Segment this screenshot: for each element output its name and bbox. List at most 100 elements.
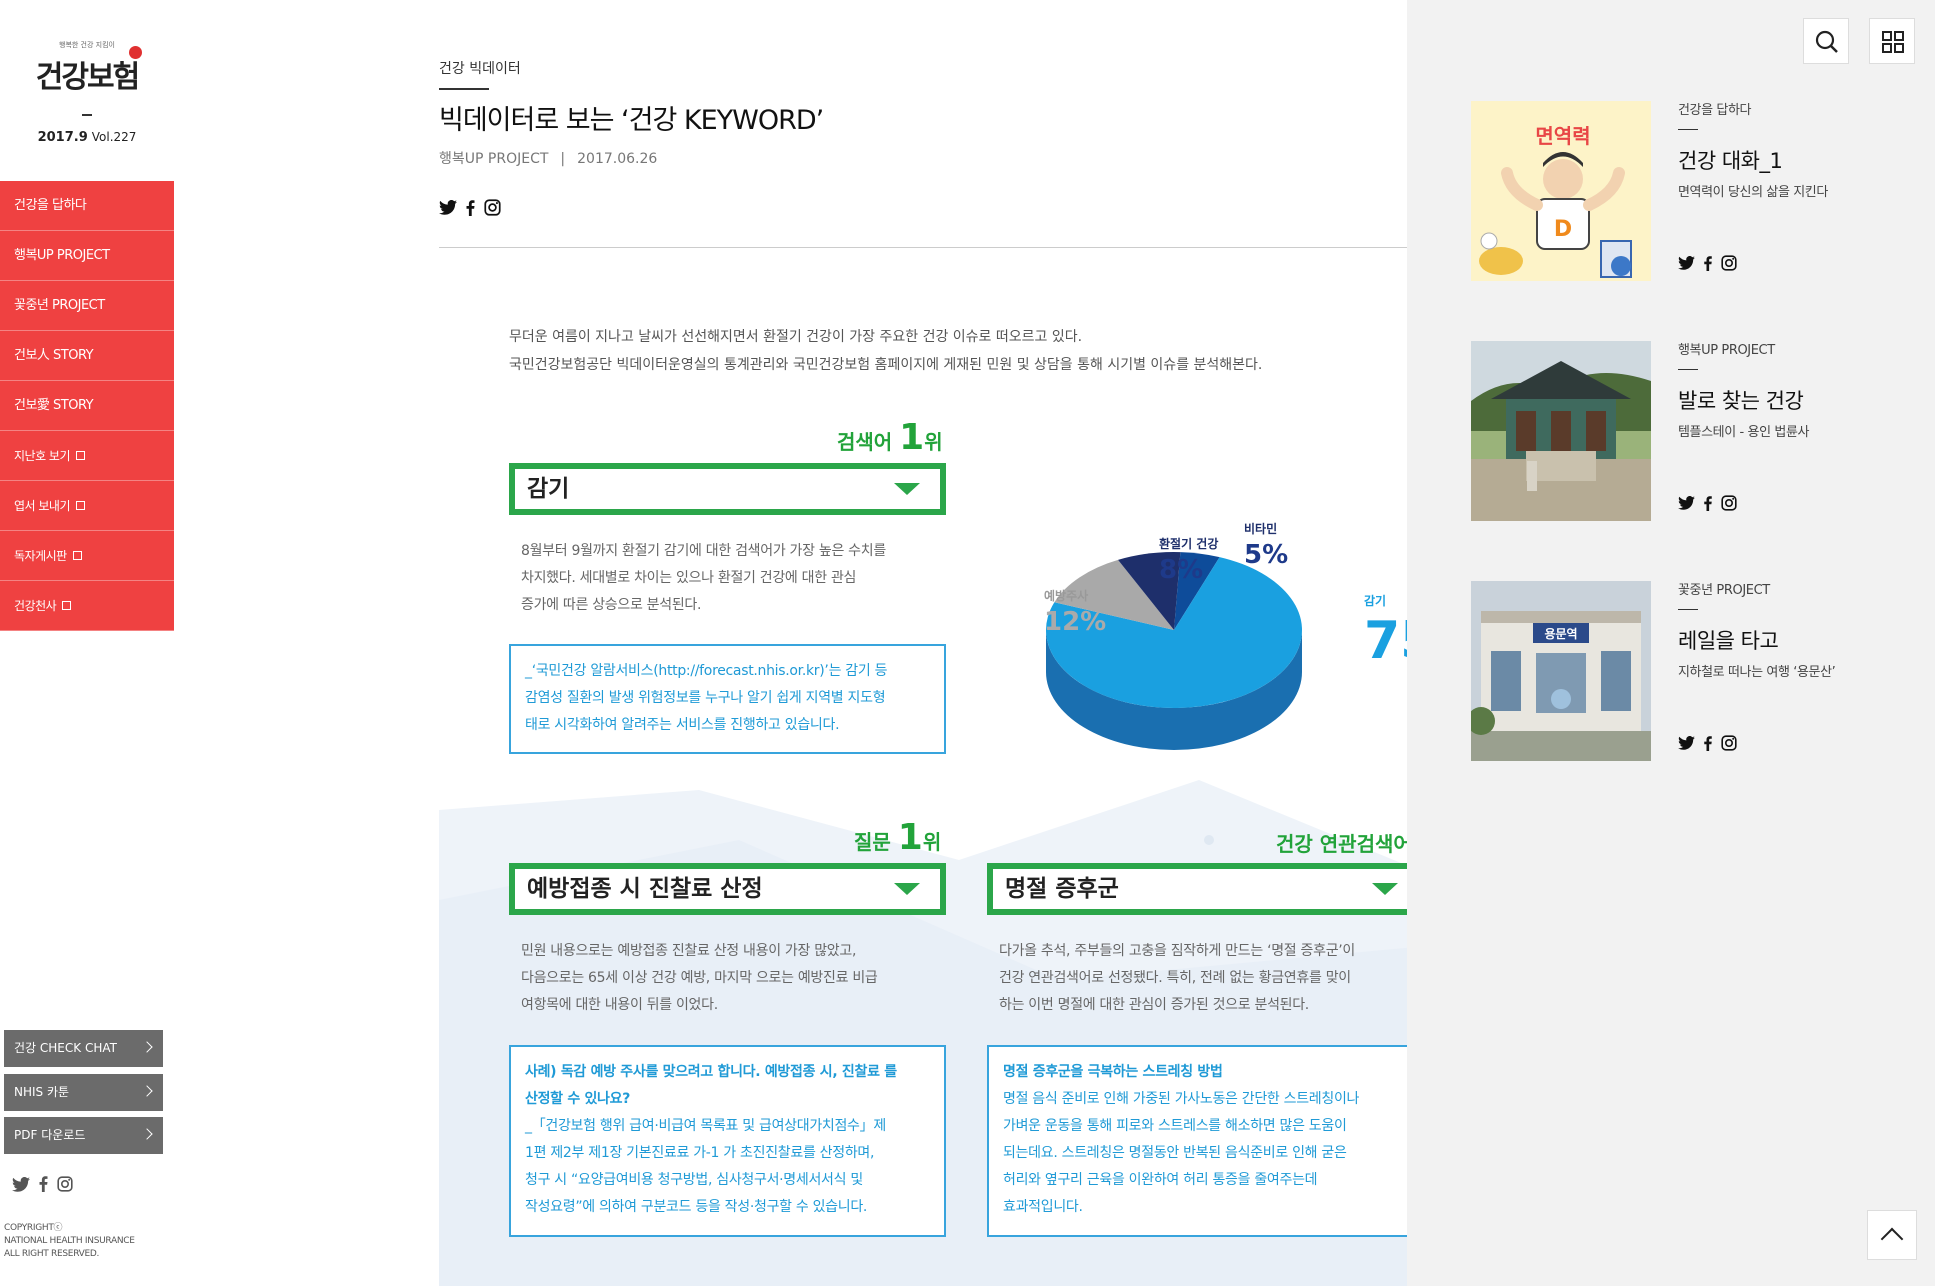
article-section: 행복UP PROJECT [439, 151, 549, 167]
dropdown-arrow-icon [894, 883, 920, 895]
illustration-title: 면역력 [1535, 124, 1590, 148]
pie-category-label: 비타민 [1244, 521, 1277, 536]
svg-text:D: D [1554, 217, 1572, 242]
card-thumbnail[interactable]: D 면역력 [1471, 101, 1651, 281]
menu-item[interactable]: 행복UP PROJECT [0, 231, 174, 281]
pie-category-label: 감기 [1364, 593, 1386, 608]
search-note: _‘국민건강 알람서비스(http://forecast.nhis.or.kr)… [509, 644, 946, 754]
health-check-chat-button[interactable]: 건강 CHECK CHAT [4, 1030, 163, 1067]
card-share [1678, 495, 1737, 511]
menu-item-external[interactable]: 엽서 보내기 [0, 481, 174, 531]
twitter-icon[interactable] [1678, 256, 1695, 270]
card-share [1678, 255, 1737, 271]
menu-item[interactable]: 건강을 답하다 [0, 181, 174, 231]
instagram-icon[interactable] [1721, 735, 1737, 751]
chevron-right-icon [141, 1041, 153, 1053]
copyright-line: COPYRIGHTⓒ [4, 1223, 63, 1233]
immunity-illustration: D 면역력 [1471, 101, 1651, 281]
facebook-icon[interactable] [1704, 735, 1712, 751]
search-keyword-box[interactable]: 감기 [509, 463, 946, 515]
dropdown-arrow-icon [894, 483, 920, 495]
issue-info: 2017.9 Vol.227 [0, 130, 174, 145]
desc-line: 다음으로는 65세 이상 건강 예방, 마지막 으로는 예방진료 비급 [521, 970, 878, 986]
external-link-icon [76, 451, 86, 460]
desc-line: 건강 연관검색어로 선정됐다. 특히, 전례 없는 황금연휴를 맞이 [999, 970, 1351, 986]
card-title: 발로 찾는 건강 [1678, 389, 1804, 413]
article-date: 2017.06.26 [577, 151, 658, 167]
menu-item-external[interactable]: 지난호 보기 [0, 431, 174, 481]
menu-item-label: 건보愛 STORY [14, 398, 94, 413]
instagram-icon[interactable] [1721, 255, 1737, 271]
keyword-text: 예방접종 시 진찰료 산정 [527, 876, 763, 902]
facebook-icon[interactable] [39, 1176, 48, 1192]
twitter-icon[interactable] [439, 200, 457, 215]
facebook-icon[interactable] [466, 199, 475, 216]
note-title-line: 사례) 독감 예방 주사를 맞으려고 합니다. 예방접종 시, 진찰료 를 [525, 1064, 897, 1080]
external-link-icon [72, 551, 82, 560]
menu-grid-button[interactable] [1869, 18, 1915, 64]
menu-item-external[interactable]: 건강천사 [0, 581, 174, 631]
logo-wordmark: 건강보험 [35, 46, 143, 96]
menu-item-label: 엽서 보내기 [14, 499, 71, 513]
question-keyword-box[interactable]: 예방접종 시 진찰료 산정 [509, 863, 946, 915]
menu-item[interactable]: 꽃중년 PROJECT [0, 281, 174, 331]
facebook-icon[interactable] [1704, 495, 1712, 511]
desc-line: 여항목에 대한 내용이 뒤를 이었다. [521, 997, 718, 1013]
search-button[interactable] [1803, 18, 1849, 64]
issue-divider [82, 114, 92, 116]
nhis-cartoon-button[interactable]: NHIS 카툰 [4, 1074, 163, 1111]
menu-item[interactable]: 건보人 STORY [0, 331, 174, 381]
related-keyword-box[interactable]: 명절 증후군 [987, 863, 1424, 915]
twitter-icon[interactable] [12, 1176, 30, 1192]
menu-item[interactable]: 건보愛 STORY [0, 381, 174, 431]
related-card[interactable]: D 면역력 건강을 답하다 건강 대화_1 면역력이 당신의 삶을 지킨다 [1471, 101, 1931, 281]
note-line: 감염성 질환의 발생 위험정보를 누구나 알기 쉽게 지역별 지도형 [525, 690, 886, 706]
logo-wordmark-text: 건강보험 [35, 60, 140, 95]
question-description: 민원 내용으로는 예방접종 진찰료 산정 내용이 가장 많았고, 다음으로는 6… [521, 938, 941, 1019]
card-divider [1678, 369, 1698, 370]
card-subtitle: 지하철로 떠나는 여행 ‘용문산’ [1678, 665, 1836, 680]
twitter-icon[interactable] [1678, 496, 1695, 510]
menu-item-label: 독자게시판 [14, 549, 67, 563]
twitter-icon[interactable] [1678, 736, 1695, 750]
related-card[interactable]: 행복UP PROJECT 발로 찾는 건강 템플스테이 - 용인 법륜사 [1471, 341, 1931, 521]
search-description: 8월부터 9월까지 환절기 감기에 대한 검색어가 가장 높은 수치를 차지했다… [521, 538, 941, 619]
grid-icon [1882, 31, 1904, 53]
keyword-text: 명절 증후군 [1005, 876, 1119, 902]
keyword-text: 감기 [527, 476, 570, 502]
facebook-icon[interactable] [1704, 255, 1712, 271]
button-label: PDF 다운로드 [14, 1128, 86, 1142]
main-menu: 건강을 답하다 행복UP PROJECT 꽃중년 PROJECT 건보人 STO… [0, 181, 174, 631]
menu-item-external[interactable]: 독자게시판 [0, 531, 174, 581]
card-title: 레일을 타고 [1678, 629, 1779, 653]
article-title: 빅데이터로 보는 ‘건강 KEYWORD’ [439, 105, 824, 136]
desc-line: 증가에 따른 상승으로 분석된다. [521, 597, 702, 613]
category-divider [439, 88, 489, 90]
pie-value-label: 12% [1044, 607, 1106, 637]
scroll-to-top-button[interactable] [1867, 1210, 1917, 1260]
menu-item-label: 꽃중년 PROJECT [14, 298, 105, 313]
pdf-download-button[interactable]: PDF 다운로드 [4, 1117, 163, 1154]
card-subtitle: 면역력이 당신의 삶을 지킨다 [1678, 185, 1828, 200]
menu-item-label: 행복UP PROJECT [14, 248, 110, 263]
copyright-line: ALL RIGHT RESERVED. [4, 1249, 100, 1259]
card-thumbnail[interactable] [1471, 341, 1651, 521]
chevron-right-icon [141, 1128, 153, 1140]
search-rank-label: 검색어 1위 [837, 417, 943, 458]
related-card[interactable]: 용문역 꽃중년 PROJECT 레일을 타고 지하철로 떠나는 여행 ‘용문산’ [1471, 581, 1931, 761]
intro-line: 무더운 여름이 지나고 날씨가 선선해지면서 환절기 건강이 가장 주요한 건강… [509, 329, 1083, 345]
card-thumbnail[interactable]: 용문역 [1471, 581, 1651, 761]
instagram-icon[interactable] [57, 1176, 73, 1192]
card-title: 건강 대화_1 [1678, 149, 1783, 173]
question-rank-label: 질문 1위 [854, 817, 941, 858]
pie-category-label: 환절기 건강 [1159, 536, 1218, 551]
issue-date: 2017.9 [37, 130, 88, 145]
intro-line: 국민건강보험공단 빅데이터운영실의 통계관리와 국민건강보험 홈페이지에 게재된… [509, 357, 1263, 373]
instagram-icon[interactable] [1721, 495, 1737, 511]
logo[interactable]: 행복한 건강 지킴이 건강보험 [0, 40, 174, 110]
card-divider [1678, 609, 1698, 610]
card-category: 건강을 답하다 [1678, 103, 1752, 118]
note-line: 되는데요. 스트레칭은 명절동안 반복된 음식준비로 인해 굳은 [1003, 1145, 1347, 1161]
instagram-icon[interactable] [484, 199, 501, 216]
pie-value-label: 8% [1159, 555, 1203, 585]
